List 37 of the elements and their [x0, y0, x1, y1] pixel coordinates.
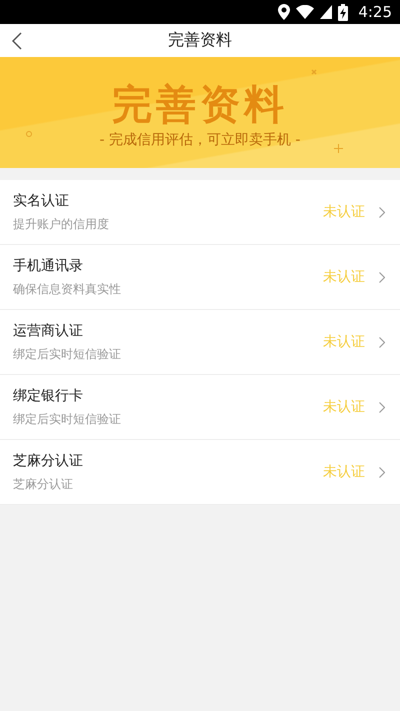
chevron-icon: [379, 402, 385, 412]
cross-icon: [311, 69, 317, 75]
list-item[interactable]: 绑定银行卡 绑定后实时短信验证 未认证: [0, 375, 400, 440]
list-item[interactable]: 运营商认证 绑定后实时短信验证 未认证: [0, 310, 400, 375]
banner-subtitle: - 完成信用评估，可立即卖手机 -: [99, 130, 300, 148]
banner-title: 完善资料: [112, 80, 288, 128]
location-icon: [278, 4, 290, 20]
list-item[interactable]: 芝麻分认证 芝麻分认证 未认证: [0, 440, 400, 505]
item-status: 未认证: [323, 203, 365, 221]
item-subtitle: 确保信息资料真实性: [13, 280, 122, 298]
chevron-icon: [379, 206, 385, 218]
signal-icon: [320, 5, 332, 19]
back-icon[interactable]: [12, 32, 22, 50]
list-item[interactable]: 实名认证 提升账户的信用度 未认证: [0, 180, 400, 245]
item-title: 绑定银行卡: [13, 386, 84, 404]
chevron-icon: [379, 336, 385, 348]
circle-icon: [26, 131, 32, 137]
item-status: 未认证: [323, 268, 365, 286]
list-item[interactable]: 手机通讯录 确保信息资料真实性 未认证: [0, 245, 400, 310]
item-subtitle: 绑定后实时短信验证: [13, 346, 122, 362]
item-title: 芝麻分认证: [13, 452, 84, 470]
item-title: 实名认证: [13, 192, 70, 210]
item-status: 未认证: [323, 333, 365, 351]
chevron-icon: [379, 272, 385, 282]
chevron-icon: [379, 466, 385, 478]
item-title: 运营商认证: [13, 322, 84, 340]
item-status: 未认证: [323, 463, 365, 481]
page-title: 完善资料: [168, 30, 232, 51]
item-subtitle: 芝麻分认证: [13, 476, 74, 492]
item-subtitle: 绑定后实时短信验证: [13, 410, 122, 428]
battery-icon: [338, 4, 348, 20]
item-title: 手机通讯录: [13, 256, 84, 274]
plus-icon: [334, 144, 343, 153]
item-status: 未认证: [323, 398, 365, 416]
status-time: 4:25: [358, 3, 392, 21]
item-subtitle: 提升账户的信用度: [13, 216, 110, 232]
wifi-icon: [296, 5, 314, 19]
